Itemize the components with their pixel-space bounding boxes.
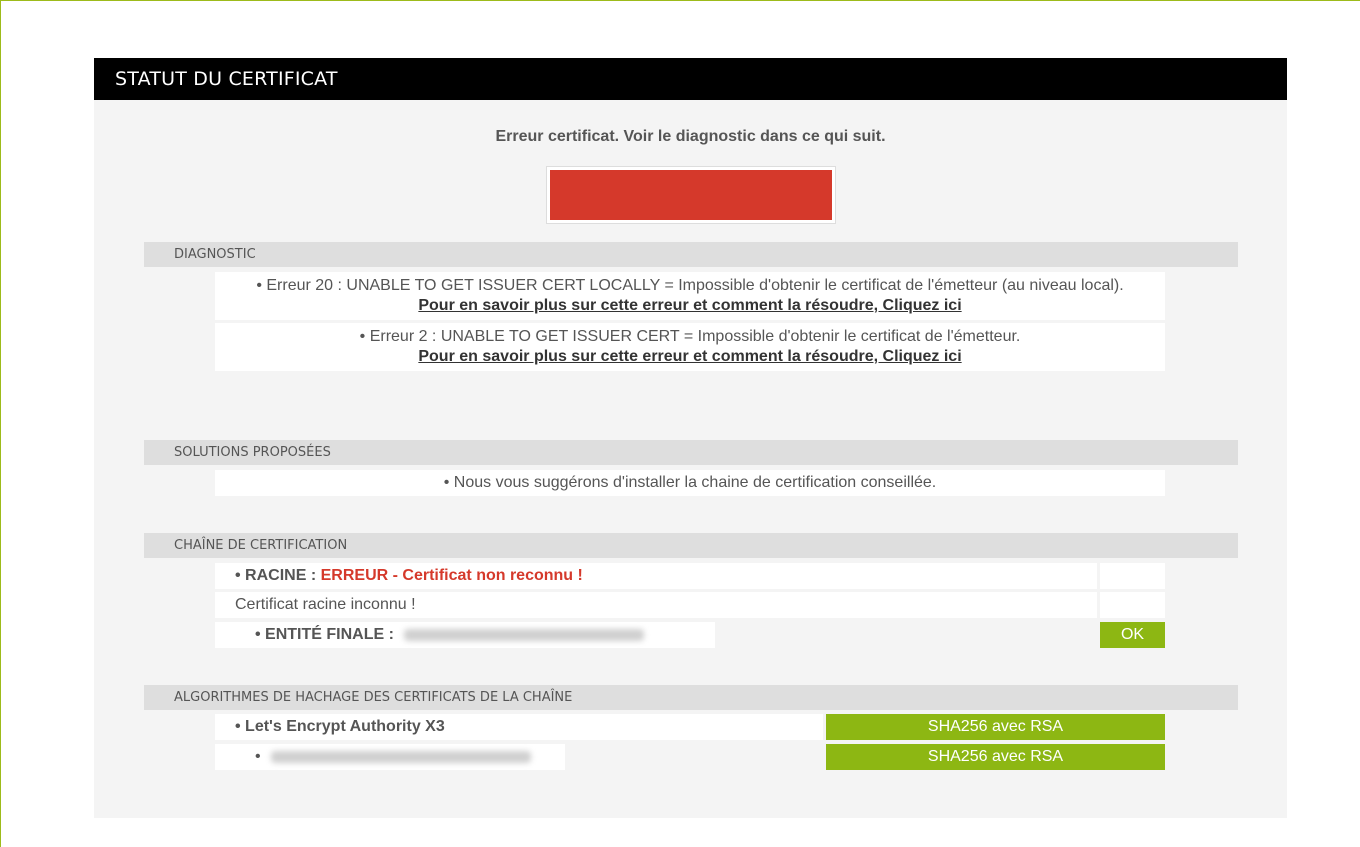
learn-more-link[interactable]: Pour en savoir plus sur cette erreur et … (418, 297, 961, 314)
hash-row: • SHA256 avec RSA (215, 744, 1165, 770)
diagnostic-item-text: • Erreur 20 : UNABLE TO GET ISSUER CERT … (256, 277, 1124, 294)
chain-row-root: • RACINE : ERREUR - Certificat non recon… (215, 563, 1165, 589)
status-indicator (546, 166, 836, 224)
diagnostic-item: • Erreur 2 : UNABLE TO GET ISSUER CERT =… (215, 320, 1165, 371)
solutions-heading: SOLUTIONS PROPOSÉES (144, 440, 1238, 465)
root-cell: • RACINE : ERREUR - Certificat non recon… (215, 563, 1097, 589)
root-error: ERREUR - Certificat non reconnu ! (320, 567, 583, 584)
chain-row-root-note: Certificat racine inconnu ! (215, 592, 1165, 618)
hash-row: • Let's Encrypt Authority X3 SHA256 avec… (215, 714, 1165, 740)
learn-more-link[interactable]: Pour en savoir plus sur cette erreur et … (418, 348, 961, 365)
diagnostic-item: • Erreur 20 : UNABLE TO GET ISSUER CERT … (215, 272, 1165, 320)
solution-item: • Nous vous suggérons d'installer la cha… (215, 470, 1165, 496)
root-note: Certificat racine inconnu ! (215, 592, 1097, 618)
hash-heading: ALGORITHMES DE HACHAGE DES CERTIFICATS D… (144, 685, 1238, 710)
hash-cert-name: • Let's Encrypt Authority X3 (215, 714, 823, 740)
final-label: • ENTITÉ FINALE : (255, 626, 394, 643)
panel-title: STATUT DU CERTIFICAT (94, 58, 1287, 100)
final-cell: • ENTITÉ FINALE : (215, 622, 715, 648)
certificate-status-panel: STATUT DU CERTIFICAT Erreur certificat. … (94, 58, 1287, 818)
diagnostic-heading: DIAGNOSTIC (144, 242, 1238, 267)
redacted-domain (404, 628, 645, 641)
hash-algorithm-badge: SHA256 avec RSA (826, 714, 1165, 740)
diagnostic-item-text: • Erreur 2 : UNABLE TO GET ISSUER CERT =… (359, 328, 1021, 345)
final-status-badge: OK (1100, 622, 1165, 648)
diagnostic-list: • Erreur 20 : UNABLE TO GET ISSUER CERT … (215, 272, 1165, 371)
root-note-status-cell (1100, 592, 1165, 618)
hash-algorithm-badge: SHA256 avec RSA (826, 744, 1165, 770)
chain-heading: CHAÎNE DE CERTIFICATION (144, 533, 1238, 558)
chain-row-final: • ENTITÉ FINALE : OK (215, 622, 1165, 648)
root-label: • RACINE : (235, 567, 317, 584)
status-indicator-fill (550, 170, 832, 220)
redacted-domain (271, 750, 532, 763)
hash-cert-name: • (255, 748, 261, 765)
hash-cert-cell: • (215, 744, 565, 770)
root-status-cell (1100, 563, 1165, 589)
status-message: Erreur certificat. Voir le diagnostic da… (495, 128, 886, 145)
